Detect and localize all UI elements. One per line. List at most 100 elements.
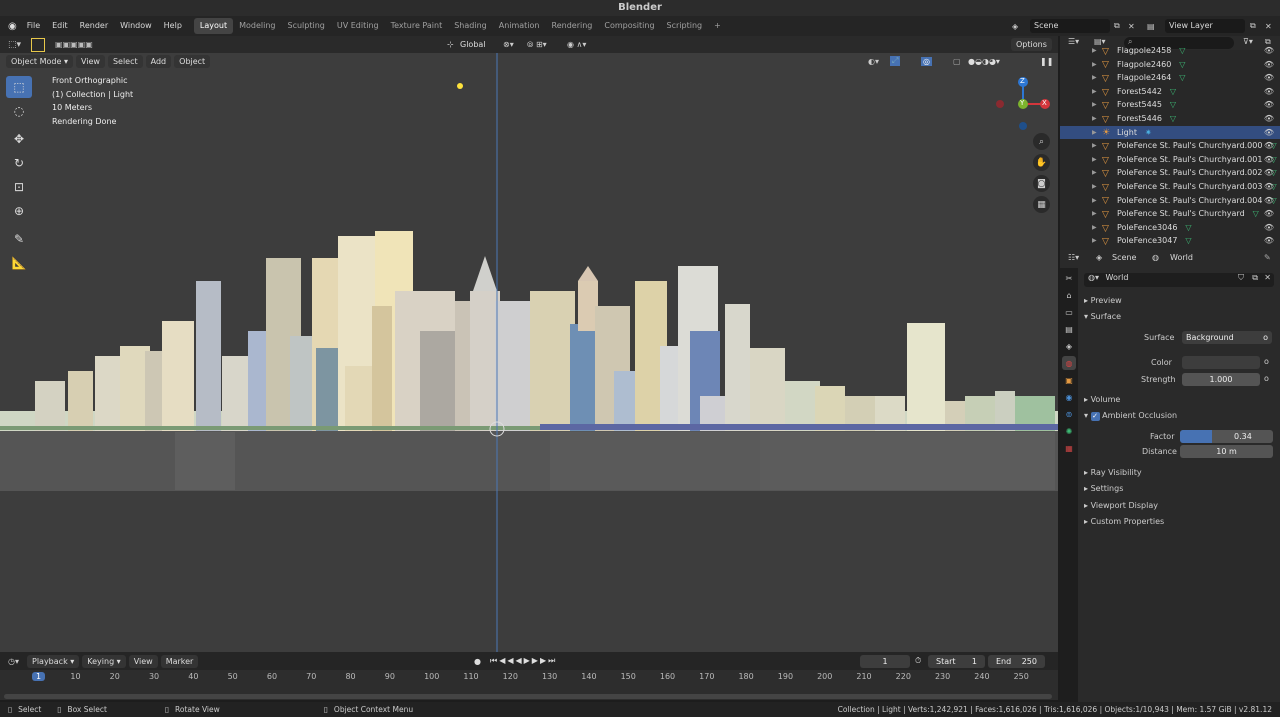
custom-properties-panel[interactable]: ▸ Custom Properties — [1084, 514, 1164, 529]
expand-arrow-icon[interactable]: ▶ — [1092, 153, 1102, 167]
cursor-icon[interactable]: ◌ — [6, 100, 32, 122]
mesh-data-icon[interactable]: ▽ — [1185, 234, 1191, 248]
add-menu[interactable]: Add — [145, 54, 172, 68]
timeline-editor-icon[interactable]: ◷▾ — [8, 657, 19, 666]
orientation-dropdown[interactable]: Global — [460, 40, 486, 49]
scene-type-icon[interactable]: ◈ — [1012, 22, 1018, 31]
keying-menu[interactable]: Keying ▾ — [82, 654, 126, 668]
visibility-eye-icon[interactable]: 👁 — [1264, 44, 1274, 58]
tab-animation[interactable]: Animation — [493, 18, 546, 34]
tab-compositing[interactable]: Compositing — [598, 18, 660, 34]
view-layer-icon[interactable]: ▤ — [1147, 22, 1155, 31]
expand-arrow-icon[interactable]: ▶ — [1092, 234, 1102, 248]
select-tool-icon[interactable] — [31, 37, 46, 52]
visibility-eye-icon[interactable]: 👁 — [1264, 221, 1274, 235]
pin-icon[interactable]: ✎ — [1264, 253, 1271, 262]
outliner-row[interactable]: ▶ ▽ PoleFence St. Paul's Churchyard.000 ▽ 👁 — [1060, 139, 1280, 153]
proportional-edit-icon[interactable]: ◉ ∧▾ — [567, 40, 586, 49]
visibility-eye-icon[interactable]: 👁 — [1264, 234, 1274, 248]
menu-render[interactable]: Render — [74, 16, 114, 36]
tab-rendering[interactable]: Rendering — [546, 18, 599, 34]
visibility-eye-icon[interactable]: 👁 — [1264, 112, 1274, 126]
visibility-eye-icon[interactable]: 👁 — [1264, 58, 1274, 72]
xray-icon[interactable]: ▢ — [953, 57, 961, 66]
blender-logo-icon[interactable]: ◉ — [8, 21, 17, 32]
render-tab-icon[interactable]: ⌂ — [1062, 288, 1076, 302]
properties-editor-icon[interactable]: ☷▾ — [1068, 253, 1079, 262]
timeline-ruler[interactable]: 1 10 20 30 40 50 60 70 80 90 100 110 120 130 140 150 160… — [0, 670, 1058, 700]
visibility-eye-icon[interactable]: 👁 — [1264, 85, 1274, 99]
mesh-data-icon[interactable]: ▽ — [1253, 207, 1259, 221]
outliner-row[interactable]: ▶ ▽ Flagpole2464 ▽ 👁 — [1060, 71, 1280, 85]
end-frame-field[interactable]: End 250 — [988, 655, 1045, 668]
delete-scene-icon[interactable]: ✕ — [1128, 22, 1135, 31]
scale-icon[interactable]: ⊡ — [6, 176, 32, 198]
expand-arrow-icon[interactable]: ▶ — [1092, 44, 1102, 58]
visibility-eye-icon[interactable]: 👁 — [1264, 98, 1274, 112]
color-swatch[interactable] — [1182, 356, 1260, 369]
navigation-gizmo[interactable]: Z Y X — [995, 76, 1051, 132]
orientation-icon[interactable]: ⊹ — [447, 40, 454, 49]
volume-panel[interactable]: ▸ Volume — [1084, 392, 1120, 407]
outliner-row[interactable]: ▶ ▽ PoleFence St. Paul's Churchyard.003 ▽ 👁 — [1060, 180, 1280, 194]
3d-viewport[interactable]: Front Orthographic (1) Collection | Ligh… — [0, 36, 1058, 652]
outliner-row[interactable]: ▶ ▽ Forest5445 ▽ 👁 — [1060, 98, 1280, 112]
strength-field[interactable]: 1.000 — [1182, 373, 1260, 386]
physics-tab-icon[interactable]: ◉ — [1062, 390, 1076, 404]
viewport-display-panel[interactable]: ▸ Viewport Display — [1084, 498, 1158, 513]
surface-shader-dropdown[interactable]: Background o — [1182, 331, 1272, 344]
outliner-row[interactable]: ▶ ▽ PoleFence3046 ▽ 👁 — [1060, 221, 1280, 235]
visibility-eye-icon[interactable]: 👁 — [1264, 126, 1274, 140]
unlink-world-icon[interactable]: ✕ — [1264, 273, 1271, 282]
strength-socket-icon[interactable]: o — [1264, 374, 1269, 383]
distance-field[interactable]: 10 m — [1180, 445, 1273, 458]
pause-render-icon[interactable]: ❚❚ — [1040, 57, 1053, 66]
tab-uv-editing[interactable]: UV Editing — [331, 18, 385, 34]
world-selector[interactable]: ◍▾ World ⛉ ⧉ ✕ — [1084, 273, 1274, 287]
outliner-row[interactable]: ▶ ▽ Flagpole2458 ▽ 👁 — [1060, 44, 1280, 58]
view-layer-selector[interactable]: View Layer — [1165, 19, 1245, 33]
select-box-icon[interactable]: ⬚ — [6, 76, 32, 98]
outliner-row[interactable]: ▶ ▽ PoleFence St. Paul's Churchyard.002 ▽ 👁 — [1060, 166, 1280, 180]
output-tab-icon[interactable]: ▭ — [1062, 305, 1076, 319]
expand-arrow-icon[interactable]: ▶ — [1092, 207, 1102, 221]
expand-arrow-icon[interactable]: ▶ — [1092, 98, 1102, 112]
mode-selector[interactable]: Object Mode ▾ — [6, 54, 73, 68]
move-icon[interactable]: ✥ — [6, 128, 32, 150]
preview-range-icon[interactable]: ⏱ — [915, 656, 921, 666]
tab-sculpting[interactable]: Sculpting — [282, 18, 331, 34]
scene-tab-icon[interactable]: ◈ — [1062, 339, 1076, 353]
visibility-eye-icon[interactable]: 👁 — [1264, 139, 1274, 153]
visibility-eye-icon[interactable]: 👁 — [1264, 71, 1274, 85]
selection-mode-icons[interactable]: ▣▣▣▣▣ — [55, 40, 93, 49]
mesh-data-icon[interactable]: ▽ — [1179, 71, 1185, 85]
start-frame-field[interactable]: Start 1 — [928, 655, 985, 668]
timeline-view-menu[interactable]: View — [128, 654, 158, 668]
menu-window[interactable]: Window — [114, 16, 158, 36]
shading-mode-icons[interactable]: ●◒◑◕▾ — [968, 57, 1000, 66]
delete-view-layer-icon[interactable]: ✕ — [1265, 22, 1272, 31]
visibility-icon[interactable]: ◐▾ — [868, 57, 879, 66]
visibility-eye-icon[interactable]: 👁 — [1264, 166, 1274, 180]
outliner-row[interactable]: ▶ ☀ Light ✷ 👁 — [1060, 125, 1280, 140]
new-world-icon[interactable]: ⧉ — [1252, 273, 1258, 283]
zoom-icon[interactable]: ⌕ — [1033, 133, 1050, 150]
mesh-data-icon[interactable]: ▽ — [1170, 112, 1176, 126]
mesh-data-icon[interactable]: ▽ — [1170, 98, 1176, 112]
outliner-row[interactable]: ▶ ▽ PoleFence St. Paul's Churchyard ▽ 👁 — [1060, 207, 1280, 221]
expand-arrow-icon[interactable]: ▶ — [1092, 112, 1102, 126]
mesh-data-icon[interactable]: ▽ — [1185, 221, 1191, 235]
rotate-icon[interactable]: ↻ — [6, 152, 32, 174]
scene-selector[interactable]: Scene — [1030, 19, 1110, 33]
mesh-data-icon[interactable]: ▽ — [1179, 58, 1185, 72]
surface-panel[interactable]: ▾ Surface — [1084, 309, 1121, 324]
ray-visibility-panel[interactable]: ▸ Ray Visibility — [1084, 465, 1142, 480]
ao-panel[interactable]: ▾ ✓ Ambient Occlusion — [1084, 408, 1177, 423]
overlay-toggle-icon[interactable]: ◎ — [921, 56, 932, 66]
record-icon[interactable]: ● — [474, 657, 481, 666]
outliner-row[interactable]: ▶ ▽ Forest5446 ▽ 👁 — [1060, 112, 1280, 126]
expand-arrow-icon[interactable]: ▶ — [1092, 71, 1102, 85]
expand-arrow-icon[interactable]: ▶ — [1092, 139, 1102, 153]
view-layer-tab-icon[interactable]: ▤ — [1062, 322, 1076, 336]
ao-checkbox[interactable]: ✓ — [1090, 412, 1100, 421]
